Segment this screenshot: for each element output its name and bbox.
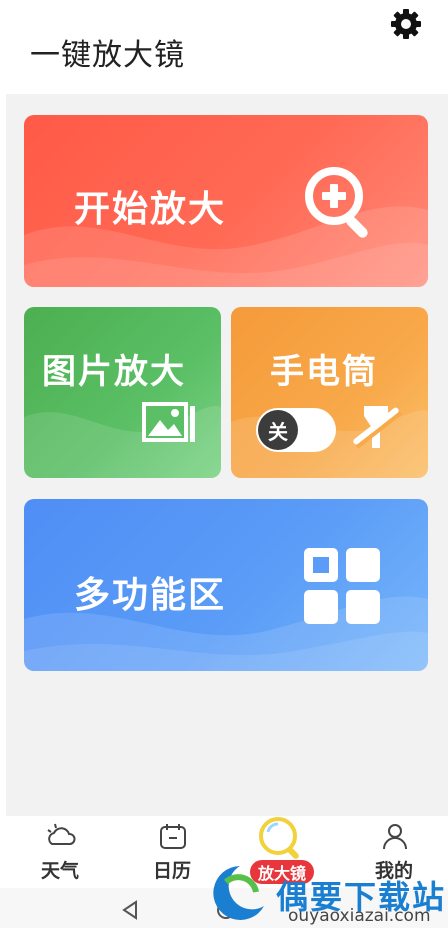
back-triangle-icon[interactable] (120, 900, 140, 920)
watermark-logo (213, 866, 264, 920)
watermark-url: ouyaoxiazai.com (288, 906, 431, 926)
tab-weather[interactable]: 天气 (4, 816, 116, 888)
gear-icon[interactable] (388, 6, 424, 42)
flashlight-toggle[interactable]: 关 (256, 408, 336, 452)
photo-icon (142, 402, 195, 442)
photo-zoom-label: 图片放大 (42, 352, 186, 392)
weather-icon (47, 823, 76, 845)
grid-icon (304, 548, 380, 624)
calendar-icon (160, 824, 186, 849)
magnifier-icon (259, 817, 299, 859)
flashlight-off-icon (353, 406, 402, 449)
magnifier-plus-icon (305, 167, 368, 238)
flashlight-toggle-knob: 关 (258, 410, 298, 450)
tab-weather-label: 天气 (40, 860, 79, 882)
user-icon (383, 824, 407, 850)
start-zoom-label: 开始放大 (74, 189, 227, 230)
app-header: 一键放大镜 (0, 0, 448, 94)
flashlight-label: 手电筒 (270, 352, 378, 392)
multi-function-label: 多功能区 (74, 575, 227, 616)
page-title: 一键放大镜 (30, 38, 185, 73)
